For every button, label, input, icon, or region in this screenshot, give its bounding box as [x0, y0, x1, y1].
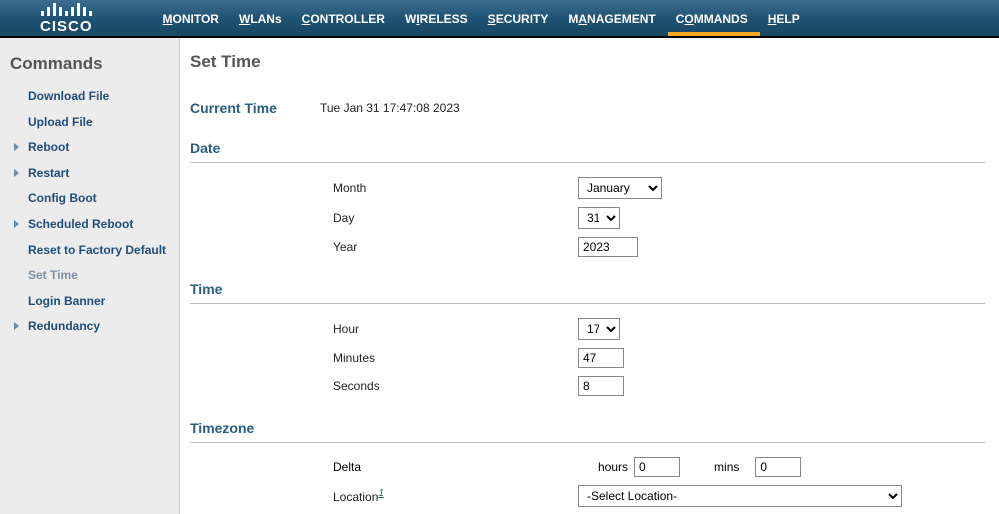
year-label: Year [333, 240, 578, 254]
nav-commands[interactable]: COMMANDS [676, 2, 748, 34]
sidebar: Commands Download File Upload File Reboo… [0, 38, 180, 514]
cisco-logo-bars [41, 2, 92, 16]
minutes-input[interactable] [578, 348, 624, 368]
sidebar-item-restart[interactable]: Restart [12, 161, 179, 187]
sidebar-item-reset-factory[interactable]: Reset to Factory Default [12, 238, 179, 264]
delta-label: Delta [333, 460, 578, 474]
nav-controller[interactable]: CONTROLLER [302, 2, 385, 34]
delta-mins-label: mins [714, 460, 739, 474]
section-time-heading: Time [190, 281, 985, 304]
sidebar-item-config-boot[interactable]: Config Boot [12, 186, 179, 212]
cisco-logo-text: CISCO [40, 18, 93, 35]
sidebar-item-login-banner[interactable]: Login Banner [12, 289, 179, 315]
top-nav-bar: CISCO MONITOR WLANs CONTROLLER WIRELESS … [0, 0, 999, 38]
section-date-heading: Date [190, 140, 985, 163]
nav-management[interactable]: MANAGEMENT [568, 2, 655, 34]
delta-mins-input[interactable] [755, 457, 801, 477]
content-area: Set Time Current Time Tue Jan 31 17:47:0… [180, 38, 999, 514]
page-title: Set Time [190, 52, 985, 72]
nav-wlans[interactable]: WLANs [239, 2, 282, 34]
delta-hours-input[interactable] [634, 457, 680, 477]
nav-help[interactable]: HELP [768, 2, 800, 34]
day-select[interactable]: 31 [578, 207, 620, 229]
sidebar-item-upload-file[interactable]: Upload File [12, 110, 179, 136]
hour-label: Hour [333, 322, 578, 336]
current-time-label: Current Time [190, 100, 320, 116]
current-time-value: Tue Jan 31 17:47:08 2023 [320, 101, 460, 115]
sidebar-item-scheduled-reboot[interactable]: Scheduled Reboot [12, 212, 179, 238]
seconds-input[interactable] [578, 376, 624, 396]
nav-wireless[interactable]: WIRELESS [405, 2, 468, 34]
location-label: Location1 [333, 488, 578, 504]
minutes-label: Minutes [333, 351, 578, 365]
sidebar-title: Commands [0, 50, 179, 84]
delta-hours-label: hours [598, 460, 628, 474]
location-footnote[interactable]: 1 [378, 488, 384, 499]
nav-monitor[interactable]: MONITOR [163, 2, 219, 34]
nav-security[interactable]: SECURITY [488, 2, 549, 34]
sidebar-menu: Download File Upload File Reboot Restart… [0, 84, 179, 340]
sidebar-item-set-time[interactable]: Set Time [12, 263, 179, 289]
year-input[interactable] [578, 237, 638, 257]
day-label: Day [333, 211, 578, 225]
main-nav: MONITOR WLANs CONTROLLER WIRELESS SECURI… [163, 0, 800, 36]
sidebar-item-reboot[interactable]: Reboot [12, 135, 179, 161]
cisco-logo: CISCO [40, 2, 93, 35]
month-select[interactable]: January [578, 177, 662, 199]
sidebar-item-redundancy[interactable]: Redundancy [12, 314, 179, 340]
location-select[interactable]: -Select Location- [578, 485, 902, 507]
sidebar-item-download-file[interactable]: Download File [12, 84, 179, 110]
seconds-label: Seconds [333, 379, 578, 393]
month-label: Month [333, 181, 578, 195]
section-timezone-heading: Timezone [190, 420, 985, 443]
hour-select[interactable]: 17 [578, 318, 620, 340]
